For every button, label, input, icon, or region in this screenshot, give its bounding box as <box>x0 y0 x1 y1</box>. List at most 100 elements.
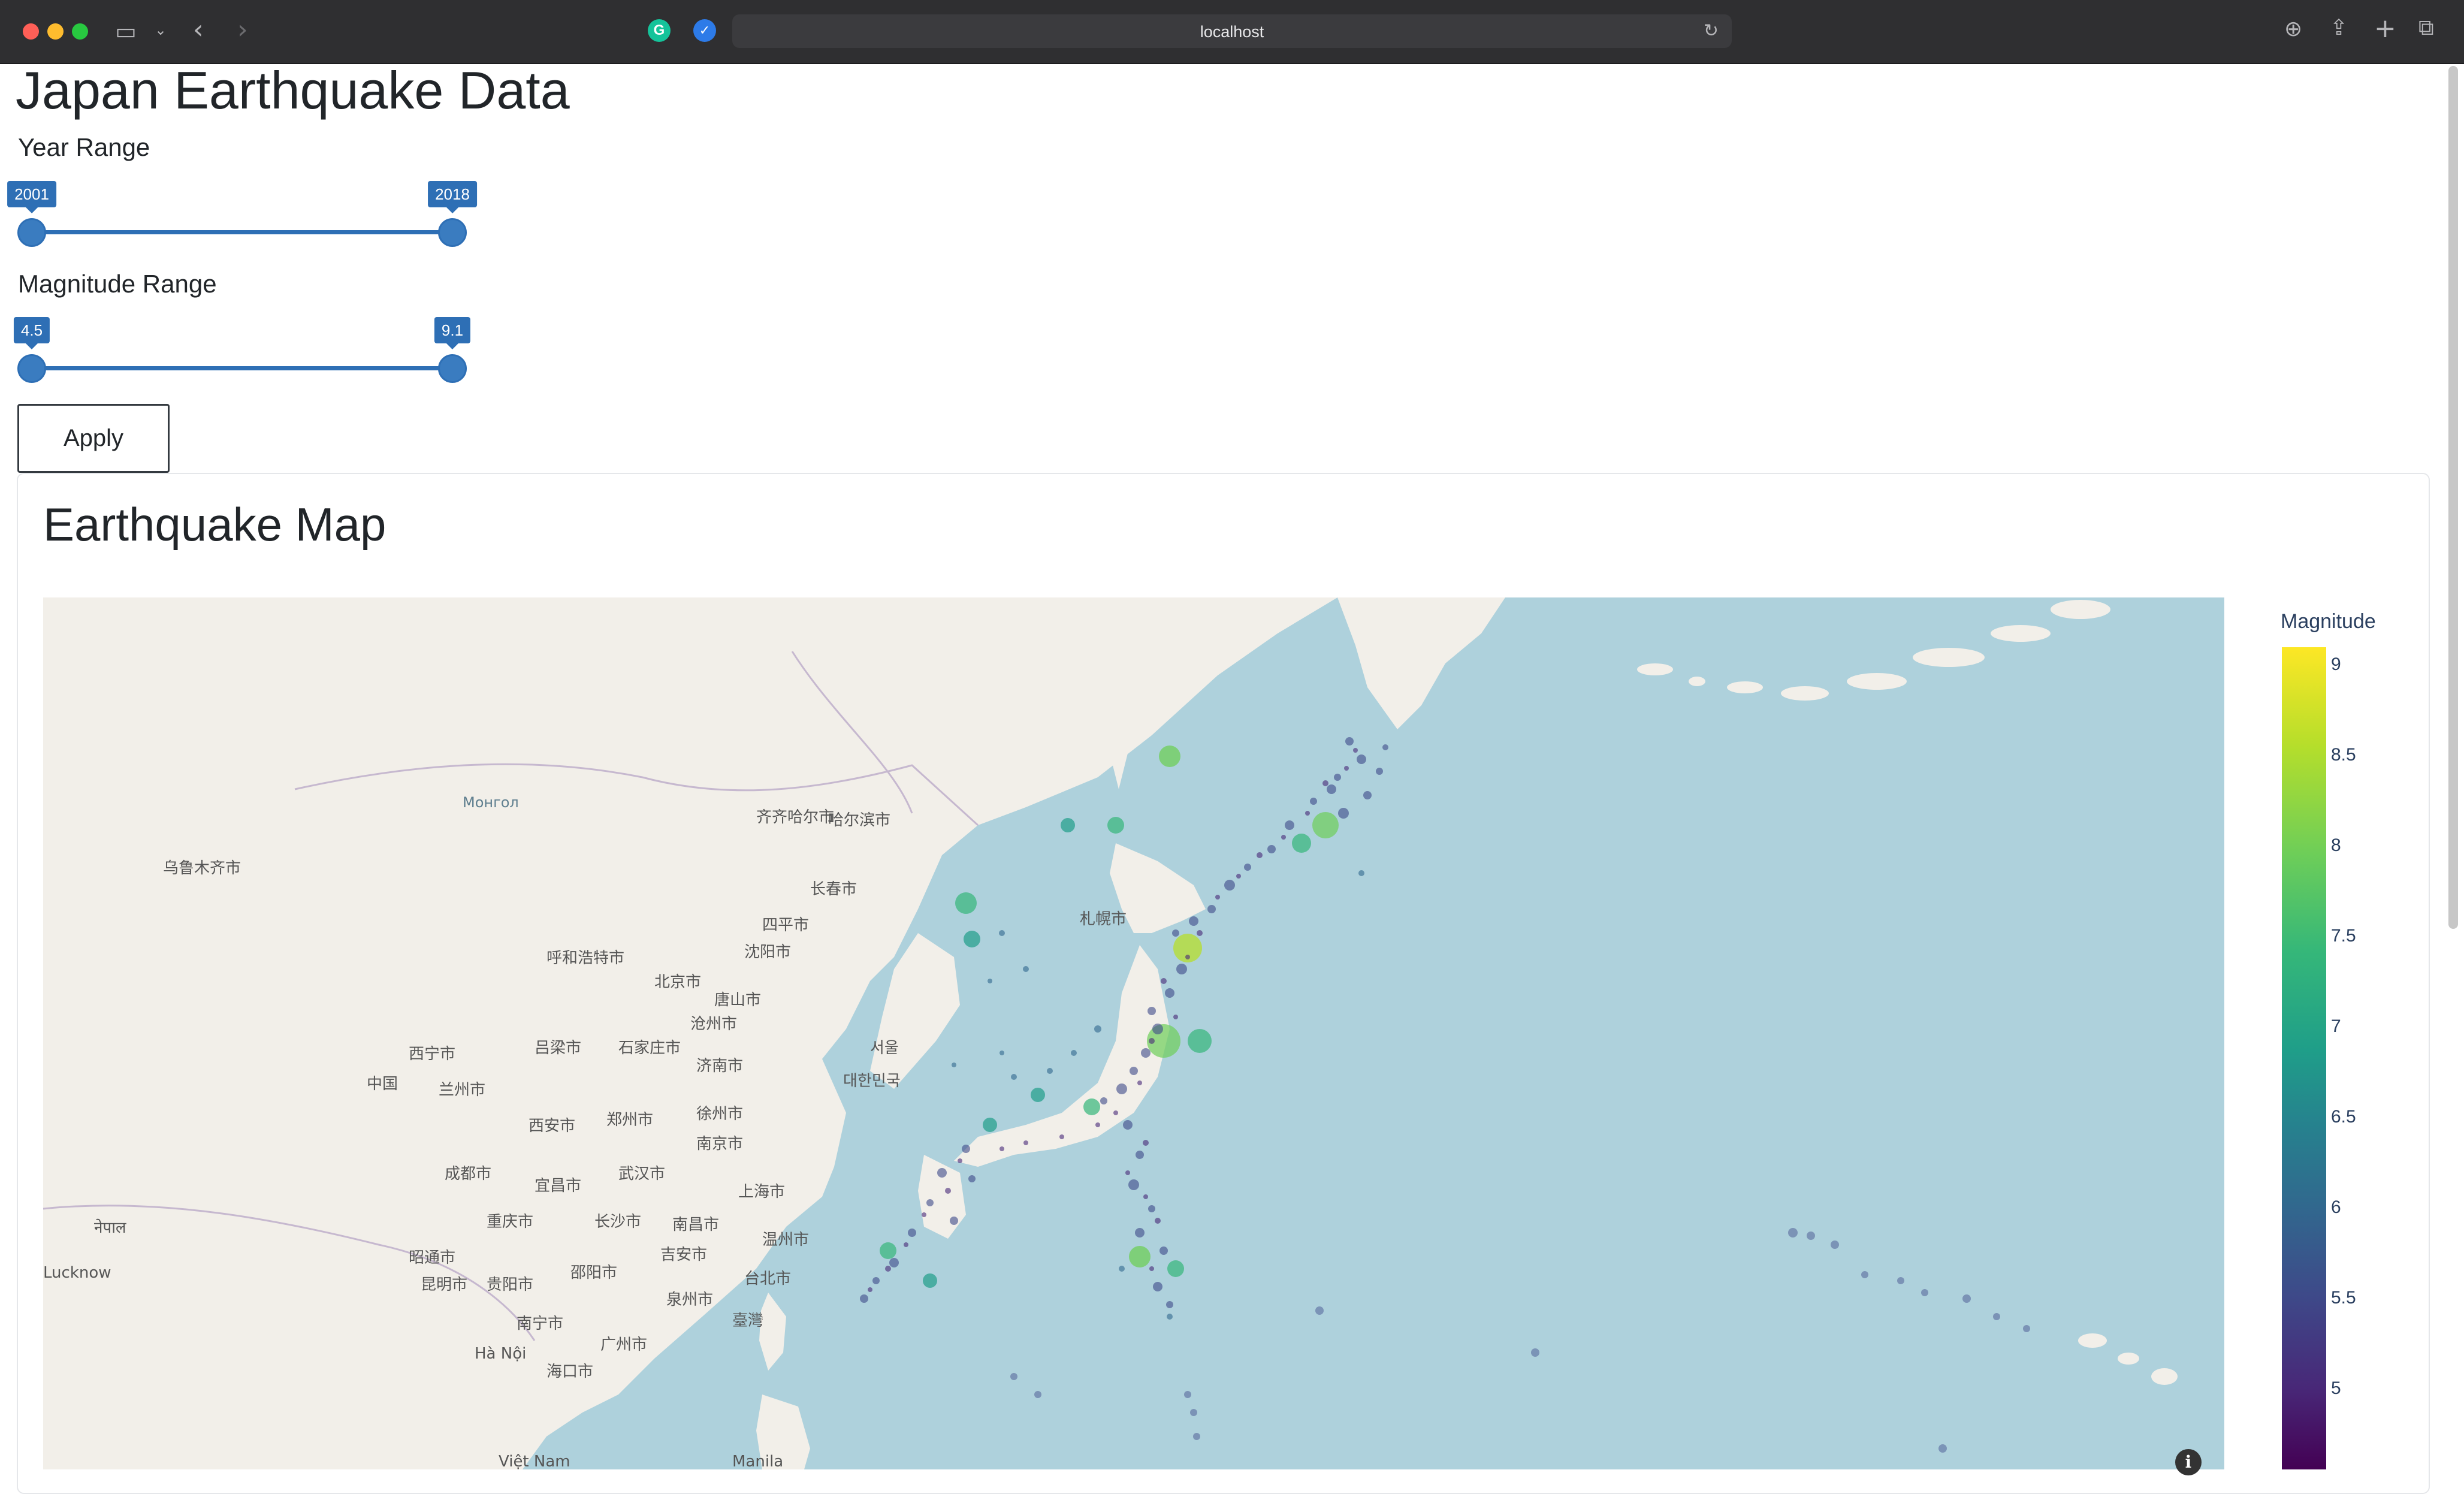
map-label: 서울 <box>870 1039 899 1057</box>
map-label: 重庆市 <box>487 1213 533 1231</box>
map-label: 宜昌市 <box>535 1177 581 1195</box>
map-label: 郑州市 <box>606 1111 653 1129</box>
colorbar-gradient <box>2282 647 2326 1469</box>
reload-icon[interactable]: ↻ <box>1704 20 1719 41</box>
colorbar-tick: 9 <box>2331 654 2341 674</box>
map-label: 台北市 <box>744 1270 791 1288</box>
magnitude-max-tooltip: 9.1 <box>434 317 471 349</box>
map-label: 沧州市 <box>690 1015 737 1033</box>
grammarly-extension-icon[interactable]: G <box>648 19 671 42</box>
new-tab-icon[interactable]: + <box>2374 13 2396 44</box>
colorbar-tick: 6 <box>2331 1197 2341 1217</box>
colorbar-tick: 7 <box>2331 1016 2341 1036</box>
apply-button[interactable]: Apply <box>17 404 170 473</box>
url-text: localhost <box>1200 23 1264 41</box>
close-window-button[interactable] <box>23 23 39 40</box>
map-label: 四平市 <box>762 916 809 934</box>
earthquake-marker[interactable] <box>1107 817 1124 834</box>
map-label: 唐山市 <box>714 991 761 1009</box>
kamchatka-landmass <box>1337 597 1505 729</box>
colorbar-tick: 7.5 <box>2331 926 2356 946</box>
magnitude-min-handle[interactable] <box>17 354 46 383</box>
year-max-tooltip: 2018 <box>428 181 477 213</box>
earthquake-marker[interactable] <box>1031 1088 1045 1102</box>
map-label: 长春市 <box>810 880 857 898</box>
map-label: 广州市 <box>600 1336 647 1354</box>
earthquake-marker[interactable] <box>1129 1246 1151 1267</box>
map-label: 昭通市 <box>409 1249 455 1267</box>
map-label: 邵阳市 <box>570 1264 617 1282</box>
map-label: 南京市 <box>696 1135 743 1153</box>
earthquake-marker[interactable] <box>983 1118 997 1132</box>
downloads-icon[interactable]: ⊕ <box>2284 17 2302 41</box>
sidebar-toggle-icon[interactable]: ▭ <box>115 18 137 44</box>
address-bar[interactable]: localhost ↻ <box>732 14 1732 48</box>
map-label: 西宁市 <box>409 1045 455 1063</box>
map-label: 武汉市 <box>618 1165 665 1183</box>
earthquake-marker[interactable] <box>923 1273 937 1288</box>
earthquake-marker[interactable] <box>1167 1260 1184 1277</box>
map-label: 中国 <box>367 1075 398 1093</box>
map-label: Hà Nội <box>475 1345 526 1363</box>
year-slider-track[interactable] <box>31 230 453 234</box>
share-icon[interactable]: ⇪ <box>2330 16 2348 40</box>
back-icon[interactable]: ‹ <box>193 14 204 45</box>
year-min-handle[interactable] <box>17 218 46 247</box>
map-label: 泉州市 <box>666 1291 713 1309</box>
map-label: नेपाल <box>94 1218 126 1237</box>
colorbar-tick: 8 <box>2331 835 2341 855</box>
earthquake-marker[interactable] <box>1292 834 1311 853</box>
chevron-down-icon[interactable]: ⌄ <box>155 22 167 38</box>
earthquake-marker[interactable] <box>1312 812 1339 838</box>
earthquake-marker[interactable] <box>964 931 980 947</box>
colorbar-title: Magnitude <box>2281 610 2376 633</box>
map-label: 齐齐哈尔市 <box>756 808 834 826</box>
year-range-label: Year Range <box>18 133 150 161</box>
map-label: 南宁市 <box>517 1315 563 1333</box>
map-canvas: 乌鲁木齐市 Монгол 齐齐哈尔市 哈尔滨市 长春市 四平市 沈阳市 呼和浩特… <box>43 597 2178 1469</box>
map-label: 乌鲁木齐市 <box>163 859 241 877</box>
year-min-tooltip: 2001 <box>7 181 56 213</box>
map-label: 沈阳市 <box>744 943 791 961</box>
info-icon[interactable]: i <box>2175 1449 2202 1475</box>
map-label: 呼和浩特市 <box>546 949 624 967</box>
map-label: 西安市 <box>529 1117 575 1135</box>
earthquake-marker[interactable] <box>1159 746 1180 767</box>
magnitude-range-label: Magnitude Range <box>18 270 217 298</box>
map-label: Монгол <box>463 794 519 811</box>
colorbar-tick: 8.5 <box>2331 745 2356 765</box>
earthquake-marker[interactable] <box>955 892 977 914</box>
map-label: Lucknow <box>43 1264 111 1282</box>
magnitude-max-handle[interactable] <box>438 354 467 383</box>
tab-overview-icon[interactable]: ⧉ <box>2418 16 2434 41</box>
earthquake-marker[interactable] <box>1061 818 1075 832</box>
minimize-window-button[interactable] <box>47 23 64 40</box>
earthquake-markers <box>860 737 2030 1453</box>
maximize-window-button[interactable] <box>72 23 88 40</box>
year-max-handle[interactable] <box>438 218 467 247</box>
earthquake-marker[interactable] <box>1188 1029 1212 1053</box>
map-label: 吕梁市 <box>535 1039 581 1057</box>
browser-toolbar: ▭ ⌄ ‹ › G ✓ localhost ↻ ⊕ ⇪ + ⧉ <box>0 0 2464 64</box>
earthquake-map[interactable]: 乌鲁木齐市 Монгол 齐齐哈尔市 哈尔滨市 长春市 四平市 沈阳市 呼和浩特… <box>43 597 2224 1469</box>
aleutian-islands <box>1637 600 2110 701</box>
map-label: 海口市 <box>546 1363 593 1381</box>
colorbar-tick: 6.5 <box>2331 1107 2356 1127</box>
page-title: Japan Earthquake Data <box>16 61 570 120</box>
map-label: Việt Nam <box>499 1453 570 1469</box>
map-label: 臺灣 <box>732 1312 763 1330</box>
magnitude-min-tooltip: 4.5 <box>13 317 50 349</box>
honshu-landmass <box>954 945 1170 1167</box>
forward-icon[interactable]: › <box>237 14 248 45</box>
page-scrollbar[interactable] <box>2448 66 2458 929</box>
map-label: 대한민국 <box>843 1072 901 1090</box>
map-label: 哈尔滨市 <box>828 811 890 829</box>
magnitude-slider-track[interactable] <box>31 366 453 370</box>
earthquake-marker[interactable] <box>1083 1098 1100 1115</box>
map-label: 长沙市 <box>594 1213 641 1231</box>
earthquake-marker[interactable] <box>880 1242 896 1259</box>
map-label: 贵阳市 <box>487 1276 533 1294</box>
hawaii-islands <box>2078 1333 2178 1385</box>
map-label: 南昌市 <box>672 1216 719 1234</box>
shield-extension-icon[interactable]: ✓ <box>693 19 716 42</box>
